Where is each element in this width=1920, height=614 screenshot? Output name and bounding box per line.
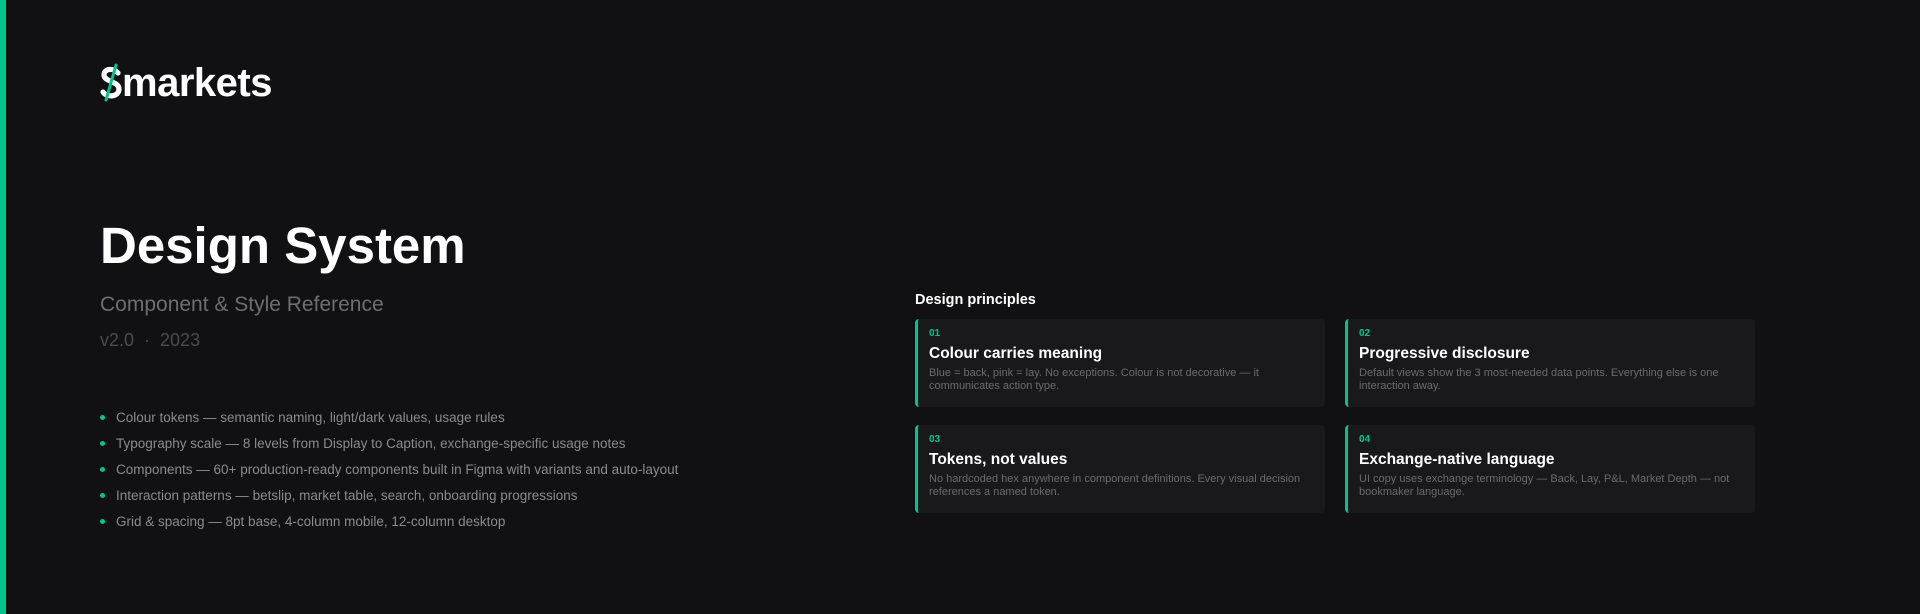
- principle-title: Progressive disclosure: [1359, 345, 1530, 362]
- logo-text: markets: [122, 61, 272, 105]
- feature-text: Components — 60+ production-ready compon…: [116, 461, 679, 477]
- page-title: Design System: [100, 217, 466, 274]
- list-item: Interaction patterns — betslip, market t…: [100, 482, 678, 508]
- page-subtitle: Component & Style Reference: [100, 293, 384, 316]
- bullet-dot-icon: [100, 466, 105, 472]
- smarkets-logo: markets: [100, 58, 272, 108]
- bullet-dot-icon: [100, 492, 105, 498]
- principle-card: 04 Exchange-native language UI copy uses…: [1345, 425, 1755, 513]
- principle-number: 01: [929, 328, 941, 339]
- accent-bar: [0, 0, 6, 614]
- meta-separator: ·: [144, 330, 151, 350]
- principle-description: Blue = back, pink = lay. No exceptions. …: [929, 367, 1259, 392]
- feature-text: Typography scale — 8 levels from Display…: [116, 435, 626, 451]
- principle-card: 03 Tokens, not values No hardcoded hex a…: [915, 425, 1325, 513]
- list-item: Grid & spacing — 8pt base, 4-column mobi…: [100, 508, 678, 534]
- list-item: Typography scale — 8 levels from Display…: [100, 430, 678, 456]
- list-item: Components — 60+ production-ready compon…: [100, 456, 678, 482]
- feature-text: Grid & spacing — 8pt base, 4-column mobi…: [116, 513, 506, 529]
- version-label: v2.0: [100, 330, 135, 350]
- principle-title: Exchange-native language: [1359, 451, 1555, 468]
- bullet-dot-icon: [100, 414, 105, 420]
- principle-title: Tokens, not values: [929, 451, 1068, 468]
- principle-description: UI copy uses exchange terminology — Back…: [1359, 473, 1730, 498]
- year-label: 2023: [160, 330, 201, 350]
- principle-description: No hardcoded hex anywhere in component d…: [929, 473, 1301, 498]
- principle-number: 02: [1359, 328, 1371, 339]
- version-meta: v2.0 · 2023: [100, 328, 200, 352]
- logo-s-mark-icon: [100, 61, 122, 105]
- principles-heading: Design principles: [915, 292, 1036, 308]
- principle-description: Default views show the 3 most-needed dat…: [1359, 367, 1719, 392]
- principle-number: 03: [929, 434, 941, 445]
- feature-text: Interaction patterns — betslip, market t…: [116, 487, 578, 503]
- principle-card: 02 Progressive disclosure Default views …: [1345, 319, 1755, 407]
- principle-title: Colour carries meaning: [929, 345, 1103, 362]
- bullet-dot-icon: [100, 440, 105, 446]
- principle-number: 04: [1359, 434, 1371, 445]
- feature-text: Colour tokens — semantic naming, light/d…: [116, 409, 505, 425]
- list-item: Colour tokens — semantic naming, light/d…: [100, 404, 678, 430]
- feature-list: Colour tokens — semantic naming, light/d…: [100, 404, 678, 534]
- principle-card: 01 Colour carries meaning Blue = back, p…: [915, 319, 1325, 407]
- bullet-dot-icon: [100, 518, 105, 524]
